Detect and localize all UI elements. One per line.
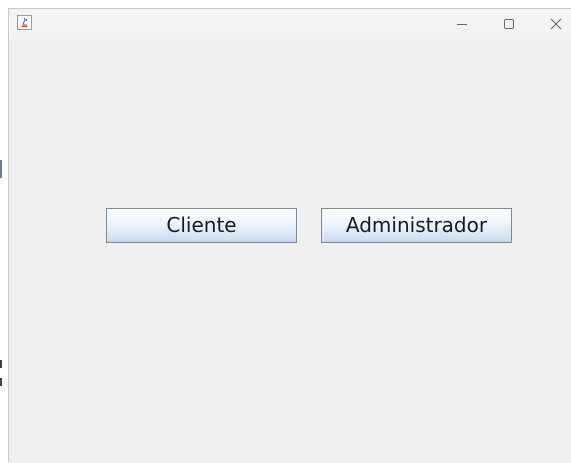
maximize-icon (504, 19, 514, 29)
cliente-button[interactable]: Cliente (106, 208, 297, 243)
maximize-button[interactable] (486, 9, 532, 39)
edge-artifact (0, 360, 2, 368)
app-window: Cliente Administrador (8, 8, 571, 463)
edge-artifact (0, 378, 2, 386)
minimize-icon (457, 24, 467, 25)
java-app-icon[interactable] (17, 15, 32, 30)
administrador-button[interactable]: Administrador (321, 208, 512, 243)
content-panel: Cliente Administrador (9, 39, 571, 463)
close-icon (550, 18, 562, 30)
close-button[interactable] (533, 9, 571, 39)
title-bar[interactable] (9, 9, 571, 39)
edge-artifact (0, 160, 2, 178)
minimize-button[interactable] (439, 9, 485, 39)
